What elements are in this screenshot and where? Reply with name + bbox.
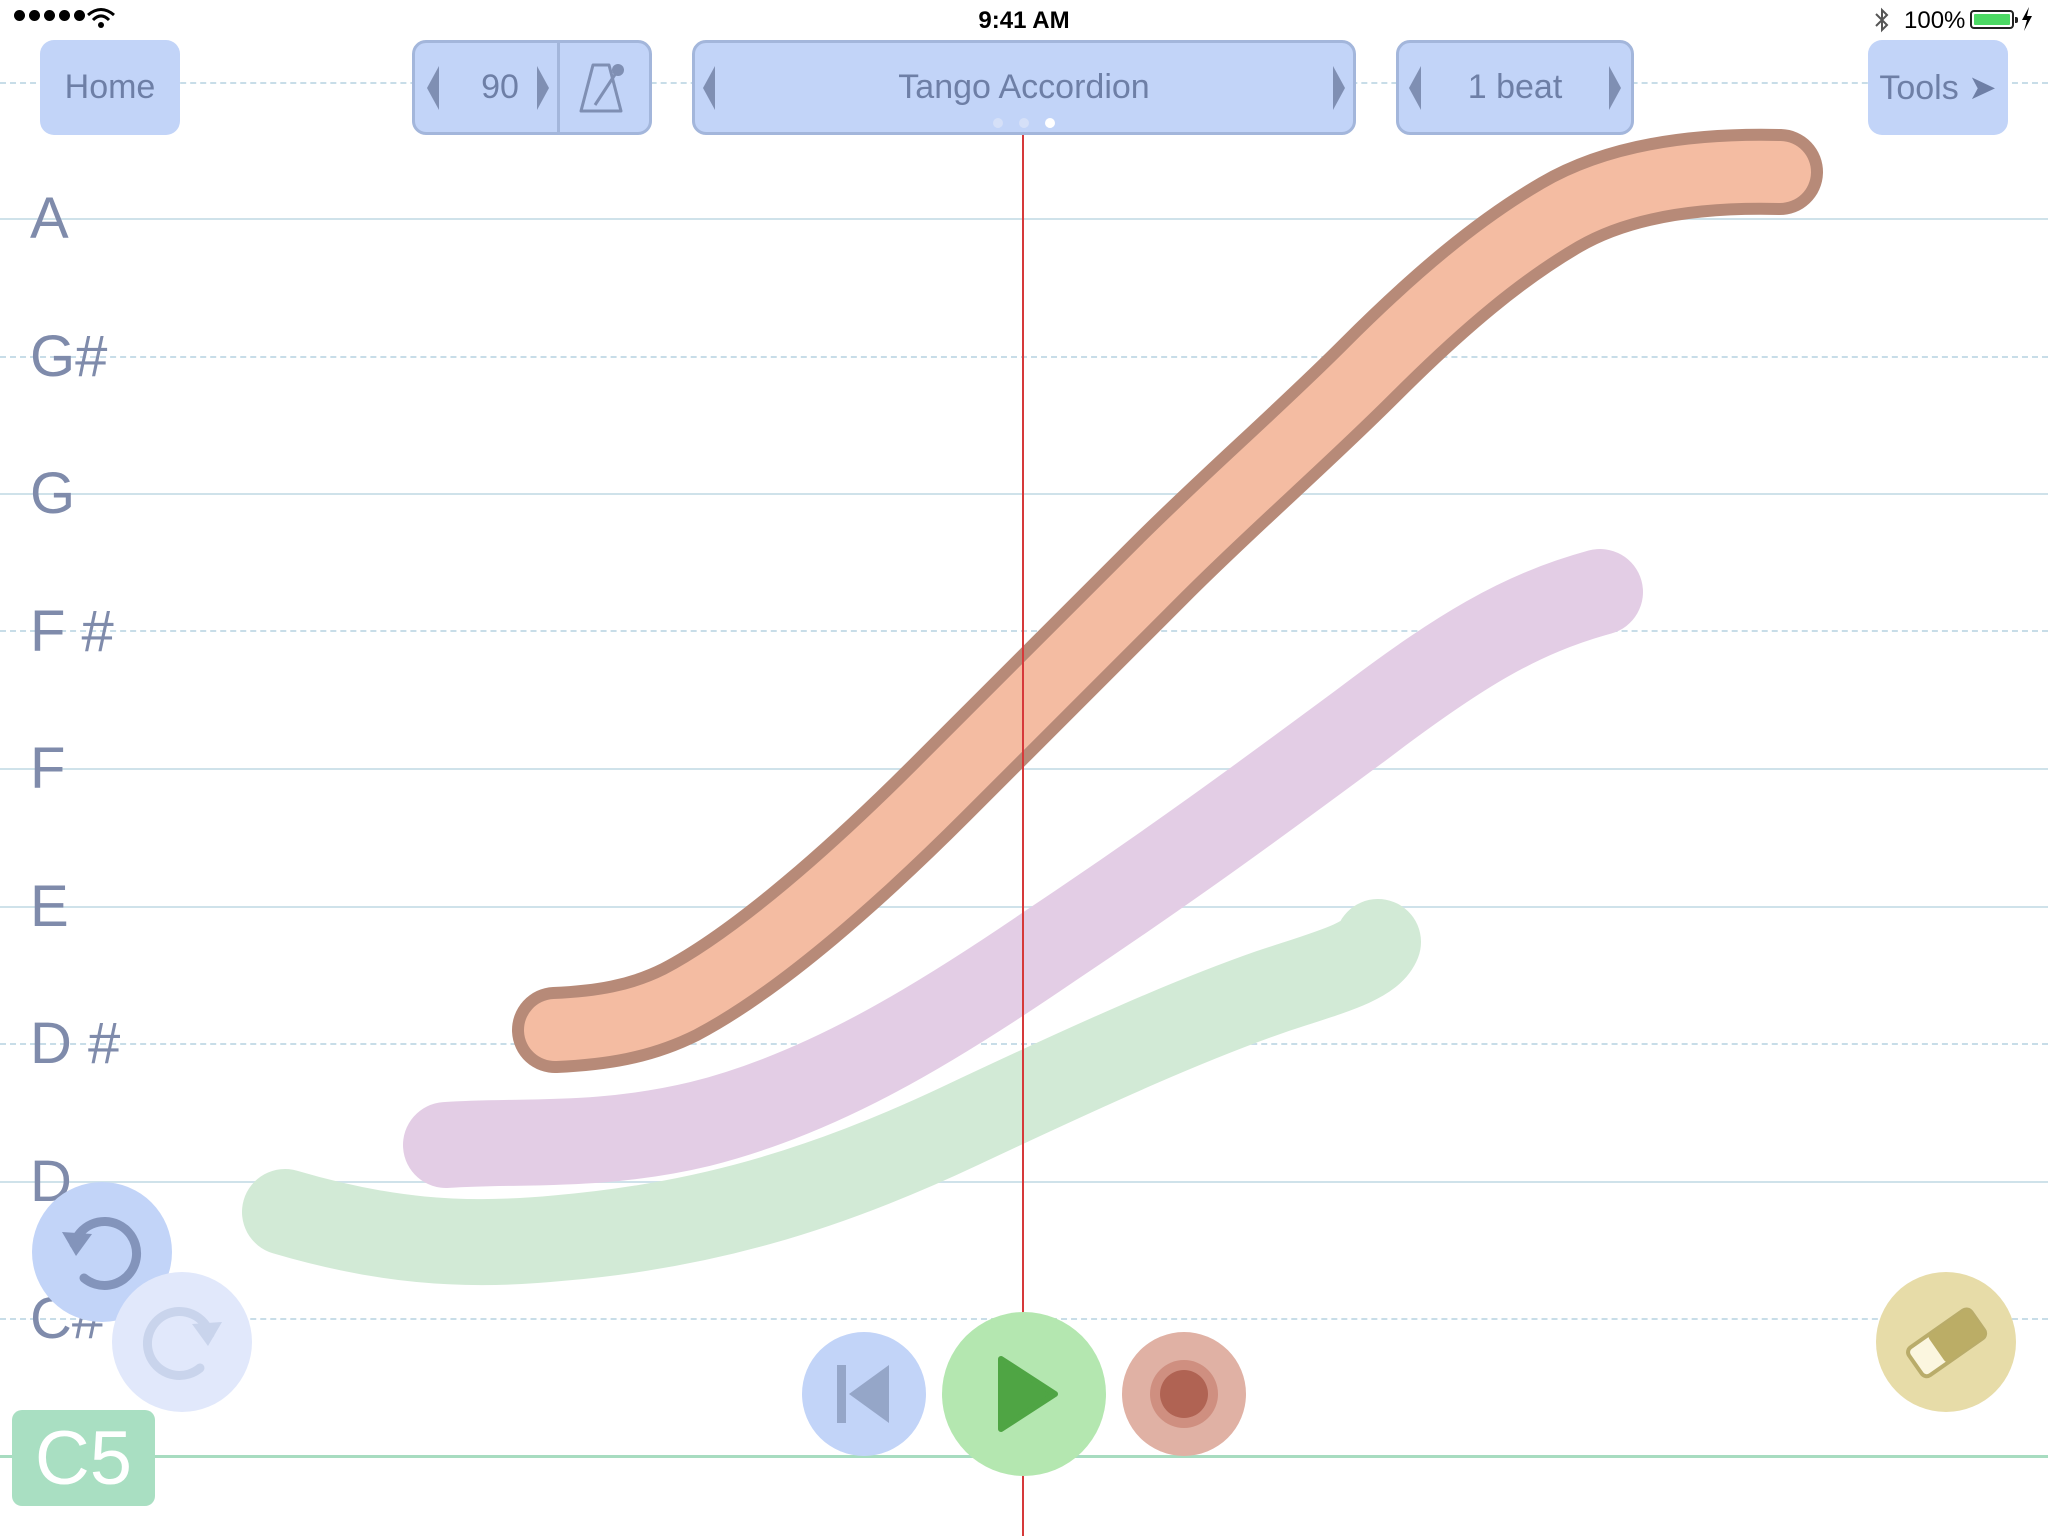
page-dot-active (1045, 118, 1055, 128)
instrument-previous-arrow[interactable] (703, 65, 715, 110)
beat-decrease-arrow[interactable] (1409, 65, 1421, 110)
record-icon (1150, 1360, 1218, 1428)
metronome-icon[interactable] (575, 59, 631, 117)
tempo-decrease-arrow[interactable] (427, 65, 439, 110)
record-button[interactable] (1122, 1332, 1246, 1456)
play-icon (998, 1356, 1058, 1432)
home-button[interactable]: Home (40, 40, 180, 135)
instrument-name: Tango Accordion (898, 68, 1150, 106)
beat-control: 1 beat (1396, 40, 1634, 135)
beat-increase-arrow[interactable] (1609, 65, 1621, 110)
page-dot (993, 118, 1003, 128)
strokes-layer (242, 128, 1823, 1286)
instrument-selector[interactable]: Tango Accordion (692, 40, 1356, 135)
rewind-button[interactable] (802, 1332, 926, 1456)
undo-icon (62, 1217, 141, 1290)
tempo-increase-arrow[interactable] (537, 65, 549, 110)
redo-button[interactable] (112, 1272, 252, 1412)
tempo-divider (557, 43, 560, 132)
page-dot (1019, 118, 1029, 128)
tools-button[interactable]: Tools ➤ (1868, 40, 2008, 135)
beat-label: 1 beat (1467, 68, 1563, 106)
drawing-canvas[interactable]: 9:41 AM 100% A G# G F # F E D # D C# Hom… (0, 0, 2048, 1536)
tempo-control: 90 (412, 40, 652, 135)
skip-to-start-icon (837, 1365, 889, 1423)
play-button[interactable] (942, 1312, 1106, 1476)
home-label: Home (64, 68, 156, 106)
base-note-badge[interactable]: C5 (12, 1410, 155, 1506)
instrument-next-arrow[interactable] (1333, 65, 1345, 110)
instrument-page-indicator (695, 118, 1353, 128)
eraser-icon (1906, 1307, 1988, 1379)
tools-label: Tools ➤ (1879, 68, 1997, 107)
eraser-button[interactable] (1876, 1272, 2016, 1412)
redo-icon (143, 1307, 222, 1380)
